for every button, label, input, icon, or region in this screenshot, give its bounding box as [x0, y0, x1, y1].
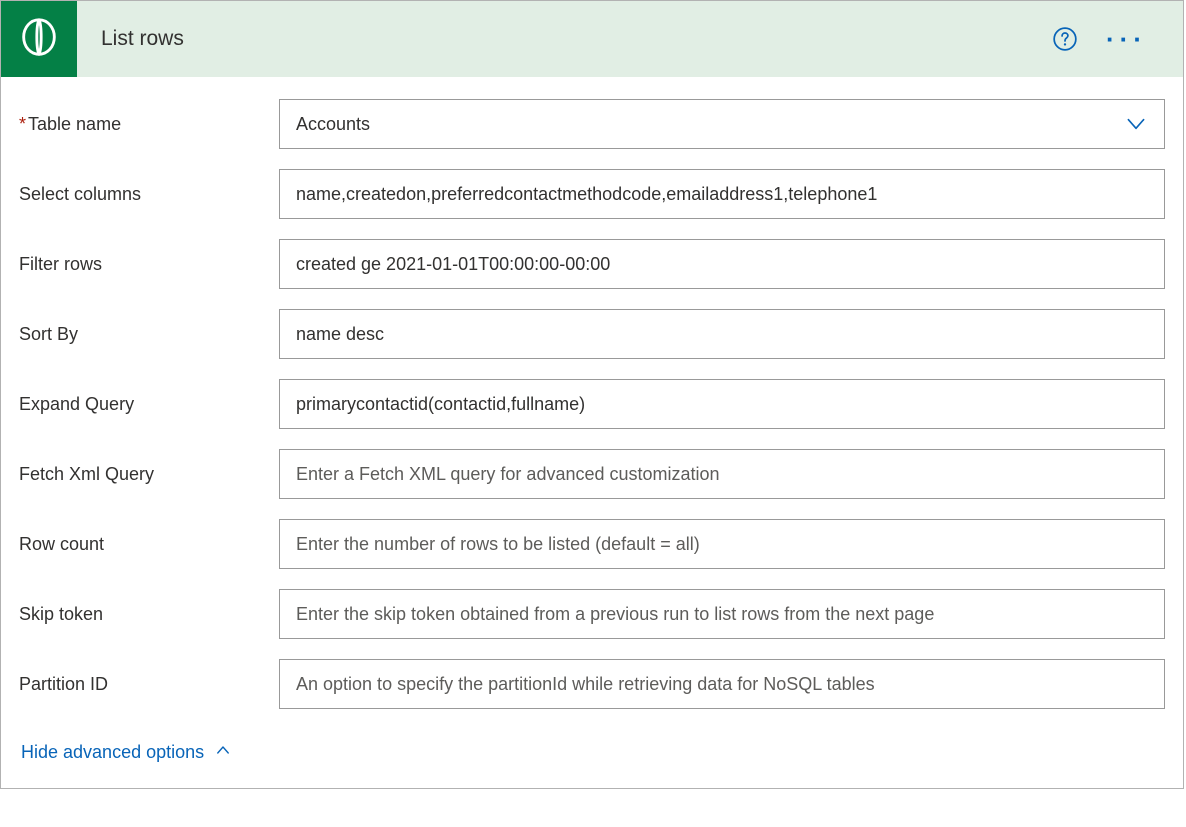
expand-query-input[interactable]	[279, 379, 1165, 429]
row-skip-token: Skip token	[19, 589, 1165, 639]
partition-id-input[interactable]	[279, 659, 1165, 709]
chevron-up-icon	[214, 741, 232, 764]
table-name-select[interactable]: Accounts	[279, 99, 1165, 149]
more-menu-icon[interactable]: ···	[1106, 26, 1147, 52]
row-row-count: Row count	[19, 519, 1165, 569]
required-asterisk: *	[19, 114, 26, 134]
label-skip-token: Skip token	[19, 604, 279, 625]
row-expand-query: Expand Query	[19, 379, 1165, 429]
card-body: *Table name Accounts Select columns Filt…	[1, 77, 1183, 788]
label-table-name: *Table name	[19, 114, 279, 135]
row-partition-id: Partition ID	[19, 659, 1165, 709]
label-partition-id: Partition ID	[19, 674, 279, 695]
toggle-label: Hide advanced options	[21, 742, 204, 763]
header-actions: ···	[1052, 26, 1183, 52]
filter-rows-input[interactable]	[279, 239, 1165, 289]
action-card: List rows ··· *Table name Accounts	[0, 0, 1184, 789]
row-count-input[interactable]	[279, 519, 1165, 569]
label-text: Table name	[28, 114, 121, 134]
label-expand-query: Expand Query	[19, 394, 279, 415]
table-name-select-wrap: Accounts	[279, 99, 1165, 149]
fetch-xml-input[interactable]	[279, 449, 1165, 499]
dataverse-icon	[16, 14, 62, 65]
select-columns-input[interactable]	[279, 169, 1165, 219]
row-fetch-xml: Fetch Xml Query	[19, 449, 1165, 499]
row-table-name: *Table name Accounts	[19, 99, 1165, 149]
sort-by-input[interactable]	[279, 309, 1165, 359]
label-select-columns: Select columns	[19, 184, 279, 205]
card-title: List rows	[101, 27, 184, 51]
card-header: List rows ···	[1, 1, 1183, 77]
label-row-count: Row count	[19, 534, 279, 555]
row-select-columns: Select columns	[19, 169, 1165, 219]
row-filter-rows: Filter rows	[19, 239, 1165, 289]
label-fetch-xml: Fetch Xml Query	[19, 464, 279, 485]
hide-advanced-options-toggle[interactable]: Hide advanced options	[19, 741, 1165, 764]
row-sort-by: Sort By	[19, 309, 1165, 359]
skip-token-input[interactable]	[279, 589, 1165, 639]
label-filter-rows: Filter rows	[19, 254, 279, 275]
connector-logo-tile	[1, 1, 77, 77]
help-icon[interactable]	[1052, 26, 1078, 52]
label-sort-by: Sort By	[19, 324, 279, 345]
